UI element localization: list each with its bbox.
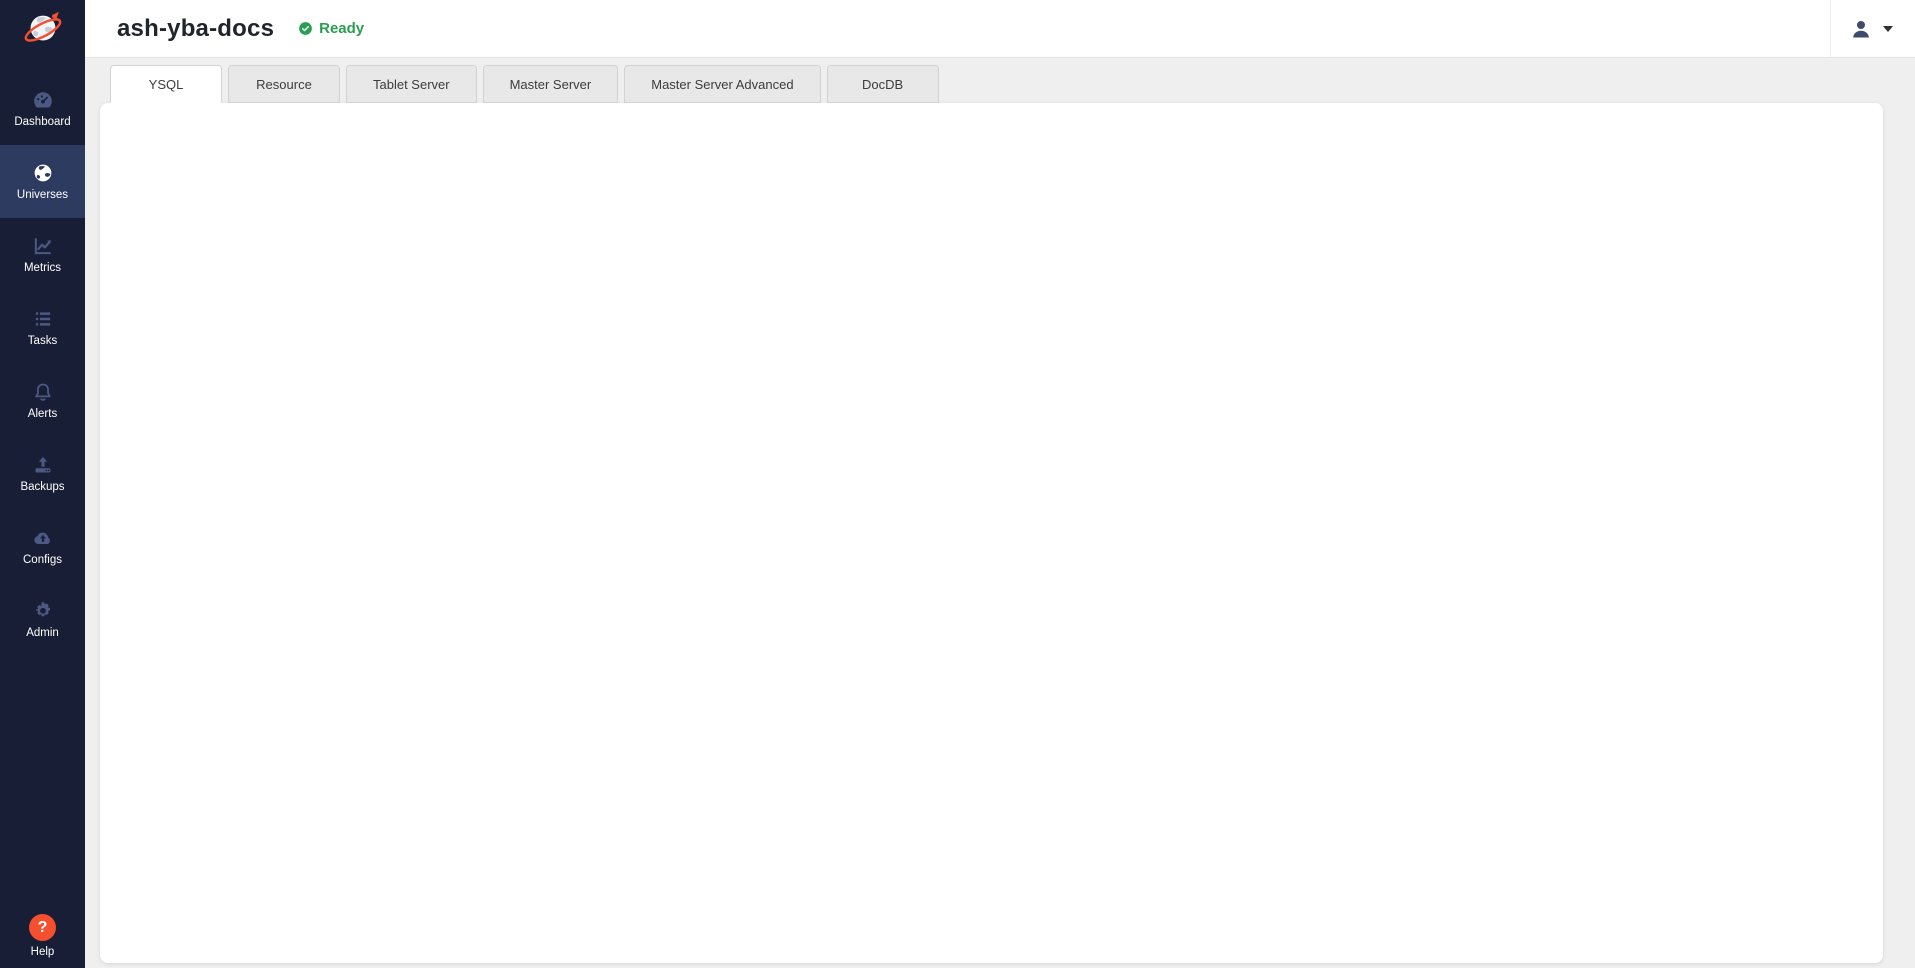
sidebar-item-label: Dashboard [14,116,70,128]
sidebar-item-label: Universes [17,189,68,201]
sidebar-item-backups[interactable]: Backups [0,437,85,510]
header: ash-yba-docs Ready [85,0,1915,58]
sidebar-item-admin[interactable]: Admin [0,583,85,656]
sidebar-item-label: Configs [23,554,62,566]
user-menu[interactable] [1830,0,1915,57]
sidebar-item-universes[interactable]: Universes [0,145,85,218]
sidebar-item-help[interactable]: ? Help [0,914,85,958]
tab-master-server[interactable]: Master Server [483,65,619,103]
sidebar-item-metrics[interactable]: Metrics [0,218,85,291]
help-question-icon: ? [29,914,56,941]
sidebar-item-tasks[interactable]: Tasks [0,291,85,364]
alerts-bell-icon [32,381,54,403]
tab-master-server-advanced[interactable]: Master Server Advanced [624,65,820,103]
dashboard-gauge-icon [32,89,54,111]
status-text: Ready [319,20,364,37]
sidebar-item-configs[interactable]: Configs [0,510,85,583]
status-badge: Ready [298,20,364,37]
tab-ysql[interactable]: YSQL [110,65,222,103]
sidebar-item-alerts[interactable]: Alerts [0,364,85,437]
sidebar-nav: Dashboard Universes Metrics Tasks Alerts Back… [0,72,85,656]
sidebar-item-label: Admin [26,627,59,639]
tab-bar: YSQLResourceTablet ServerMaster ServerMa… [110,65,939,103]
content-card [100,103,1883,963]
configs-cloud-icon [32,527,54,549]
sidebar-item-label: Metrics [24,262,61,274]
tab-docdb[interactable]: DocDB [827,65,939,103]
tasks-list-icon [32,308,54,330]
yugabyte-planet-logo[interactable] [0,0,85,58]
tab-tablet-server[interactable]: Tablet Server [346,65,477,103]
caret-down-icon [1883,26,1893,32]
tab-resource[interactable]: Resource [228,65,340,103]
universe-title: ash-yba-docs [117,15,274,43]
check-circle-icon [298,21,313,36]
universes-globe-icon [32,162,54,184]
admin-gear-icon [32,600,54,622]
sidebar-item-label: Tasks [28,335,57,347]
sidebar: Dashboard Universes Metrics Tasks Alerts Back… [0,0,85,968]
user-icon [1849,17,1873,41]
sidebar-item-label: Alerts [28,408,57,420]
sidebar-item-label: Backups [20,481,64,493]
backups-upload-icon [32,454,54,476]
sidebar-item-dashboard[interactable]: Dashboard [0,72,85,145]
metrics-chart-icon [32,235,54,257]
sidebar-item-label: Help [31,946,55,958]
